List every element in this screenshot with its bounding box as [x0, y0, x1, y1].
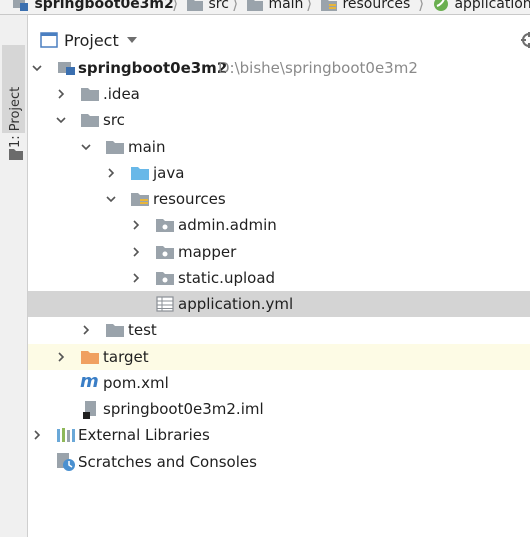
scratches-icon — [57, 453, 75, 471]
breadcrumb-item-main[interactable]: main — [246, 0, 303, 14]
chevron-down-icon[interactable] — [126, 36, 138, 44]
chevron-down-icon[interactable] — [106, 194, 116, 204]
tree-node-src[interactable]: src — [28, 107, 530, 133]
tree-node-application-yml[interactable]: application.yml — [28, 291, 530, 317]
resources-folder-icon — [131, 193, 149, 206]
tree-node-mapper[interactable]: mapper — [28, 239, 530, 265]
module-icon — [13, 0, 28, 11]
tree-node-label: src — [103, 111, 125, 129]
breadcrumb-item-application[interactable]: application — [432, 0, 530, 14]
tree-node-label: springboot0e3m2 — [78, 59, 228, 77]
chevron-right-icon[interactable] — [56, 352, 66, 362]
tree-node-external-libraries[interactable]: External Libraries — [28, 422, 530, 448]
folder-icon — [9, 149, 23, 160]
package-folder-icon — [156, 219, 174, 232]
breadcrumb-separator: ⟩ — [418, 0, 425, 13]
tree-node-target[interactable]: target — [28, 344, 530, 370]
project-view-icon — [40, 32, 58, 48]
chevron-right-icon[interactable] — [131, 247, 141, 257]
chevron-right-icon[interactable] — [32, 430, 42, 440]
folder-icon — [81, 88, 99, 101]
chevron-down-icon[interactable] — [32, 63, 42, 73]
tree-node-label: main — [128, 138, 166, 156]
tree-node-idea[interactable]: .idea — [28, 81, 530, 107]
tool-window-label: 1: Project — [8, 86, 23, 148]
tree-node-iml[interactable]: springboot0e3m2.iml — [28, 396, 530, 422]
folder-icon — [106, 141, 124, 154]
module-path: D:\bishe\springboot0e3m2 — [218, 59, 418, 77]
breadcrumb-label: springboot0e3m2 — [34, 0, 174, 12]
tree-node-label: java — [153, 164, 185, 182]
breadcrumb-separator: ⟩ — [172, 0, 179, 13]
tree-node-label: target — [103, 348, 149, 366]
module-icon — [58, 62, 75, 75]
tree-node-label: Scratches and Consoles — [78, 453, 257, 471]
maven-icon: m — [80, 371, 99, 392]
breadcrumb-item-src[interactable]: src — [186, 0, 229, 14]
tree-node-label: .idea — [103, 85, 140, 103]
project-panel-header: Project — [28, 27, 530, 53]
chevron-right-icon[interactable] — [106, 168, 116, 178]
breadcrumb-label: src — [208, 0, 229, 12]
gear-icon[interactable] — [520, 31, 530, 49]
folder-icon — [106, 324, 124, 337]
tree-node-label: application.yml — [178, 295, 294, 313]
project-tool-window-tab[interactable]: 1: Project — [2, 45, 25, 160]
breadcrumb-label: resources — [342, 0, 411, 12]
project-view-title[interactable]: Project — [64, 31, 119, 50]
folder-icon — [81, 114, 99, 127]
breadcrumb-separator: ⟩ — [306, 0, 313, 13]
chevron-right-icon[interactable] — [56, 89, 66, 99]
tree-node-label: External Libraries — [78, 426, 210, 444]
tree-node-resources[interactable]: resources — [28, 186, 530, 212]
chevron-right-icon[interactable] — [131, 273, 141, 283]
tree-node-label: test — [128, 321, 157, 339]
tree-node-pom-xml[interactable]: m pom.xml — [28, 370, 530, 396]
breadcrumb-separator: ⟩ — [232, 0, 239, 13]
resources-folder-icon — [321, 0, 337, 11]
breadcrumb-label: main — [268, 0, 304, 12]
tree-node-label: admin.admin — [178, 216, 277, 234]
tree-node-scratches[interactable]: Scratches and Consoles — [28, 449, 530, 475]
navigation-bar: springboot0e3m2 ⟩ src ⟩ main ⟩ resources… — [0, 0, 530, 15]
package-folder-icon — [156, 246, 174, 259]
tree-node-java[interactable]: java — [28, 160, 530, 186]
excluded-folder-icon — [81, 351, 99, 364]
chevron-down-icon[interactable] — [56, 115, 66, 125]
spring-config-icon — [434, 0, 448, 11]
chevron-right-icon[interactable] — [131, 220, 141, 230]
tree-node-label: resources — [153, 190, 226, 208]
source-folder-icon — [131, 167, 149, 180]
folder-icon — [187, 0, 203, 11]
tree-node-label: mapper — [178, 243, 237, 261]
libraries-icon — [57, 428, 75, 442]
tree-node-label: springboot0e3m2.iml — [103, 400, 264, 418]
folder-icon — [247, 0, 263, 11]
chevron-right-icon[interactable] — [81, 325, 91, 335]
tree-node-static-upload[interactable]: static.upload — [28, 265, 530, 291]
breadcrumb-label: application — [454, 0, 530, 12]
tree-node-label: static.upload — [178, 269, 276, 287]
tree-node-root-module[interactable]: springboot0e3m2 D:\bishe\springboot0e3m2 — [28, 55, 530, 81]
tool-window-strip: 1: Project — [0, 15, 28, 537]
chevron-down-icon[interactable] — [81, 142, 91, 152]
tree-node-admin-admin[interactable]: admin.admin — [28, 212, 530, 238]
tree-node-test[interactable]: test — [28, 317, 530, 343]
yaml-file-icon — [156, 296, 174, 312]
tree-node-label: pom.xml — [103, 374, 169, 392]
breadcrumb-item-resources[interactable]: resources — [320, 0, 410, 14]
breadcrumb-item-module[interactable]: springboot0e3m2 — [12, 0, 174, 14]
package-folder-icon — [156, 272, 174, 285]
module-file-icon — [83, 401, 96, 419]
tree-node-main[interactable]: main — [28, 134, 530, 160]
